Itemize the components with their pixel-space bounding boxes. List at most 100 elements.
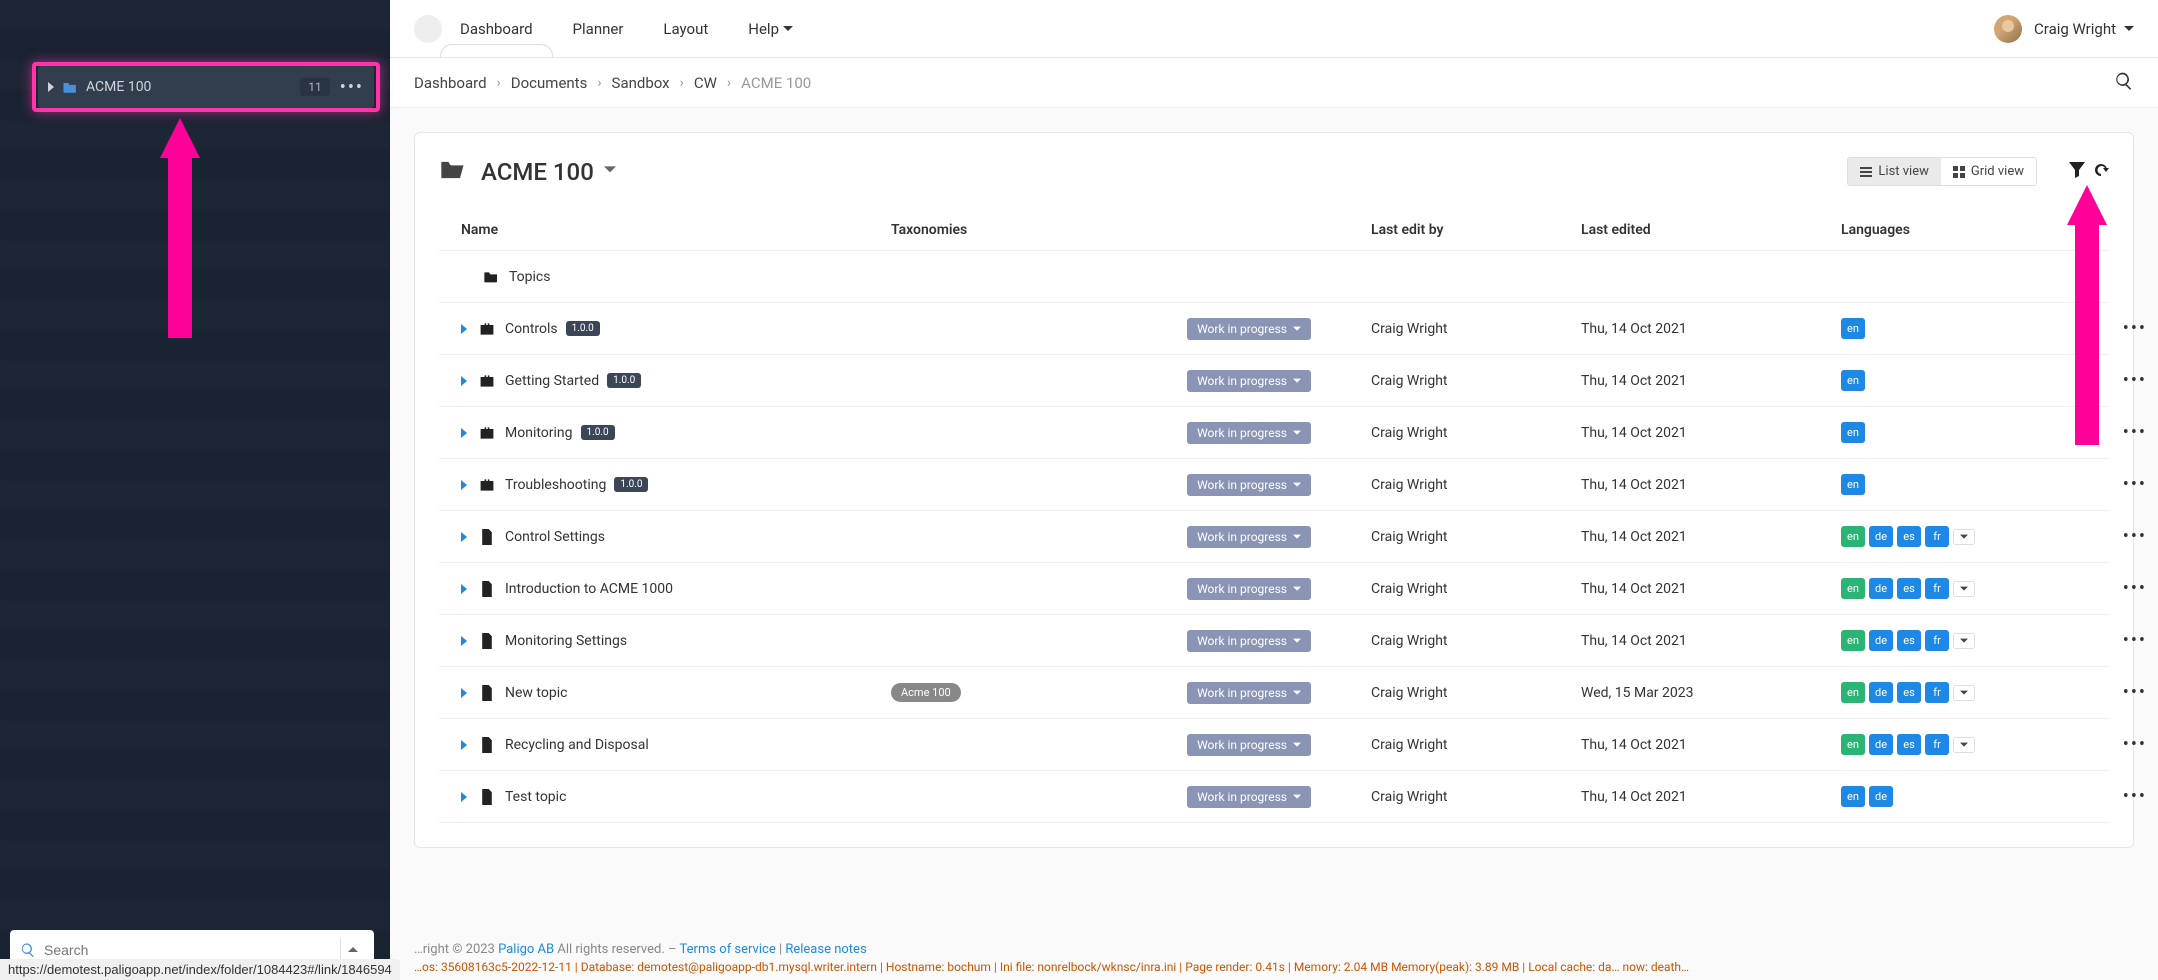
- expand-caret-icon[interactable]: [461, 636, 467, 646]
- lang-more-button[interactable]: [1953, 581, 1975, 597]
- expand-caret-icon[interactable]: [461, 532, 467, 542]
- table-row[interactable]: Controls1.0.0Work in progressCraig Wrigh…: [439, 303, 2109, 355]
- expand-caret-icon[interactable]: [461, 740, 467, 750]
- col-last-edited[interactable]: Last edited: [1581, 222, 1841, 238]
- lang-badge-en[interactable]: en: [1841, 370, 1865, 391]
- col-name[interactable]: Name: [461, 222, 891, 238]
- table-row[interactable]: Troubleshooting1.0.0Work in progressCrai…: [439, 459, 2109, 511]
- lang-badge-en[interactable]: en: [1841, 422, 1865, 443]
- lang-badge-de[interactable]: de: [1869, 526, 1893, 547]
- lang-badge-de[interactable]: de: [1869, 734, 1893, 755]
- expand-caret-icon[interactable]: [461, 376, 467, 386]
- lang-badge-es[interactable]: es: [1897, 526, 1921, 547]
- crumb-cw[interactable]: CW: [694, 74, 717, 92]
- lang-badge-en[interactable]: en: [1841, 474, 1865, 495]
- lang-badge-fr[interactable]: fr: [1925, 578, 1949, 599]
- row-menu-button[interactable]: •••: [2123, 474, 2147, 495]
- expand-caret-icon[interactable]: [461, 688, 467, 698]
- col-languages[interactable]: Languages: [1841, 222, 2091, 238]
- lang-badge-fr[interactable]: fr: [1925, 526, 1949, 547]
- lang-badge-en[interactable]: en: [1841, 526, 1865, 547]
- status-pill[interactable]: Work in progress: [1187, 578, 1311, 600]
- lang-badge-fr[interactable]: fr: [1925, 682, 1949, 703]
- table-row[interactable]: Control SettingsWork in progressCraig Wr…: [439, 511, 2109, 563]
- status-pill[interactable]: Work in progress: [1187, 422, 1311, 444]
- title-dropdown[interactable]: [594, 164, 616, 180]
- row-menu-button[interactable]: •••: [2123, 786, 2147, 807]
- status-pill[interactable]: Work in progress: [1187, 734, 1311, 756]
- lang-badge-de[interactable]: de: [1869, 630, 1893, 651]
- table-row[interactable]: Monitoring1.0.0Work in progressCraig Wri…: [439, 407, 2109, 459]
- status-pill[interactable]: Work in progress: [1187, 682, 1311, 704]
- status-pill[interactable]: Work in progress: [1187, 526, 1311, 548]
- lang-badge-es[interactable]: es: [1897, 578, 1921, 599]
- refresh-button[interactable]: [2093, 162, 2109, 182]
- lang-more-button[interactable]: [1953, 685, 1975, 701]
- lang-badge-de[interactable]: de: [1869, 578, 1893, 599]
- release-link[interactable]: Release notes: [785, 942, 866, 957]
- row-menu-button[interactable]: •••: [2123, 630, 2147, 651]
- expand-caret-icon[interactable]: [461, 480, 467, 490]
- lang-badge-es[interactable]: es: [1897, 682, 1921, 703]
- status-pill[interactable]: Work in progress: [1187, 318, 1311, 340]
- table-row[interactable]: New topicAcme 100Work in progressCraig W…: [439, 667, 2109, 719]
- table-row[interactable]: Introduction to ACME 1000Work in progres…: [439, 563, 2109, 615]
- lang-badge-en[interactable]: en: [1841, 734, 1865, 755]
- status-pill[interactable]: Work in progress: [1187, 630, 1311, 652]
- lang-badge-es[interactable]: es: [1897, 630, 1921, 651]
- col-taxonomies[interactable]: Taxonomies: [891, 222, 1371, 238]
- row-menu-button[interactable]: •••: [2123, 682, 2147, 703]
- crumb-dashboard[interactable]: Dashboard: [414, 74, 487, 92]
- status-pill[interactable]: Work in progress: [1187, 474, 1311, 496]
- col-last-edit-by[interactable]: Last edit by: [1371, 222, 1581, 238]
- expand-caret-icon[interactable]: [461, 792, 467, 802]
- search-button[interactable]: [2114, 71, 2134, 95]
- nav-planner[interactable]: Planner: [573, 2, 624, 56]
- lang-badge-es[interactable]: es: [1897, 734, 1921, 755]
- nav-layout[interactable]: Layout: [663, 2, 708, 56]
- status-pill[interactable]: Work in progress: [1187, 370, 1311, 392]
- crumb-documents[interactable]: Documents: [511, 74, 588, 92]
- lang-badge-de[interactable]: de: [1869, 682, 1893, 703]
- lang-badge-en[interactable]: en: [1841, 630, 1865, 651]
- list-view-button[interactable]: List view: [1848, 158, 1940, 185]
- row-menu-button[interactable]: •••: [2123, 318, 2147, 339]
- row-menu-button[interactable]: •••: [2123, 370, 2147, 391]
- user-menu[interactable]: Craig Wright: [1994, 15, 2134, 43]
- expand-caret-icon[interactable]: [461, 324, 467, 334]
- lang-badge-en[interactable]: en: [1841, 318, 1865, 339]
- filter-button[interactable]: [2069, 162, 2085, 182]
- row-menu-button[interactable]: •••: [2123, 578, 2147, 599]
- lang-badge-en[interactable]: en: [1841, 682, 1865, 703]
- lang-more-button[interactable]: [1953, 633, 1975, 649]
- table-row[interactable]: Recycling and DisposalWork in progressCr…: [439, 719, 2109, 771]
- lang-more-button[interactable]: [1953, 529, 1975, 545]
- search-input[interactable]: [44, 942, 340, 958]
- table-row-topics[interactable]: Topics: [439, 251, 2109, 303]
- nav-dashboard[interactable]: Dashboard: [460, 2, 533, 56]
- grid-view-button[interactable]: Grid view: [1941, 158, 2036, 185]
- lang-more-button[interactable]: [1953, 737, 1975, 753]
- crumb-sandbox[interactable]: Sandbox: [612, 74, 670, 92]
- table-row[interactable]: Monitoring SettingsWork in progressCraig…: [439, 615, 2109, 667]
- caret-right-icon[interactable]: [48, 82, 54, 92]
- lang-badge-de[interactable]: de: [1869, 786, 1893, 807]
- lang-badge-en[interactable]: en: [1841, 786, 1865, 807]
- expand-caret-icon[interactable]: [461, 584, 467, 594]
- sidebar-item-menu[interactable]: •••: [340, 77, 364, 98]
- lang-badge-fr[interactable]: fr: [1925, 734, 1949, 755]
- row-menu-button[interactable]: •••: [2123, 422, 2147, 443]
- lang-badge-fr[interactable]: fr: [1925, 630, 1949, 651]
- table-row[interactable]: Getting Started1.0.0Work in progressCrai…: [439, 355, 2109, 407]
- row-menu-button[interactable]: •••: [2123, 734, 2147, 755]
- expand-caret-icon[interactable]: [461, 428, 467, 438]
- status-pill[interactable]: Work in progress: [1187, 786, 1311, 808]
- row-menu-button[interactable]: •••: [2123, 526, 2147, 547]
- terms-link[interactable]: Terms of service: [680, 942, 776, 957]
- paligo-link[interactable]: Paligo AB: [498, 942, 554, 957]
- sidebar-item-selected[interactable]: ACME 100 11 •••: [38, 66, 374, 108]
- taxonomy-pill[interactable]: Acme 100: [891, 683, 961, 702]
- nav-help[interactable]: Help: [748, 2, 793, 56]
- table-row[interactable]: Test topicWork in progressCraig WrightTh…: [439, 771, 2109, 823]
- lang-badge-en[interactable]: en: [1841, 578, 1865, 599]
